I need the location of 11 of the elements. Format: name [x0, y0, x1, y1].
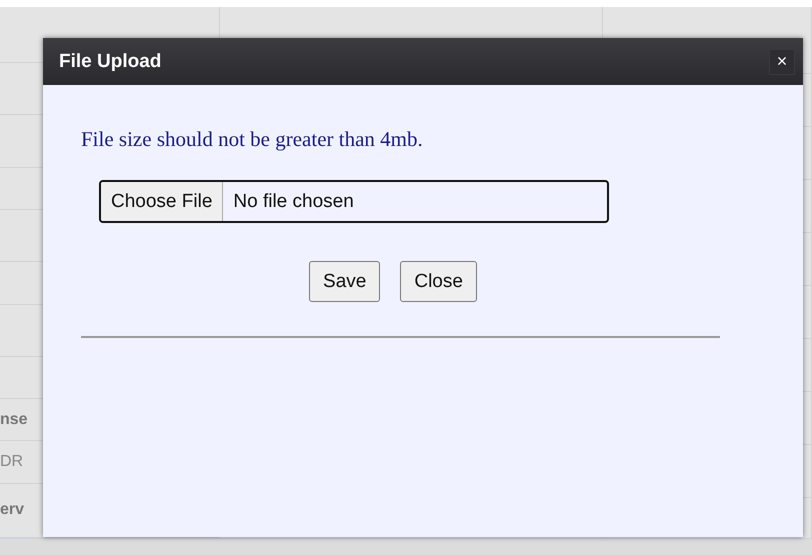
file-input[interactable]: Choose File No file chosen — [99, 180, 609, 223]
save-button[interactable]: Save — [309, 261, 380, 302]
background-text: DR — [0, 453, 24, 472]
file-size-message: File size should not be greater than 4mb. — [81, 127, 424, 152]
choose-file-button[interactable]: Choose File — [101, 182, 224, 221]
background-text: erv — [0, 501, 26, 520]
close-dialog-button[interactable]: Close — [400, 261, 477, 302]
file-status-text: No file chosen — [232, 190, 354, 212]
dialog-title: File Upload — [59, 50, 162, 72]
close-button[interactable]: × — [769, 48, 795, 74]
background-text: nse — [0, 410, 29, 429]
